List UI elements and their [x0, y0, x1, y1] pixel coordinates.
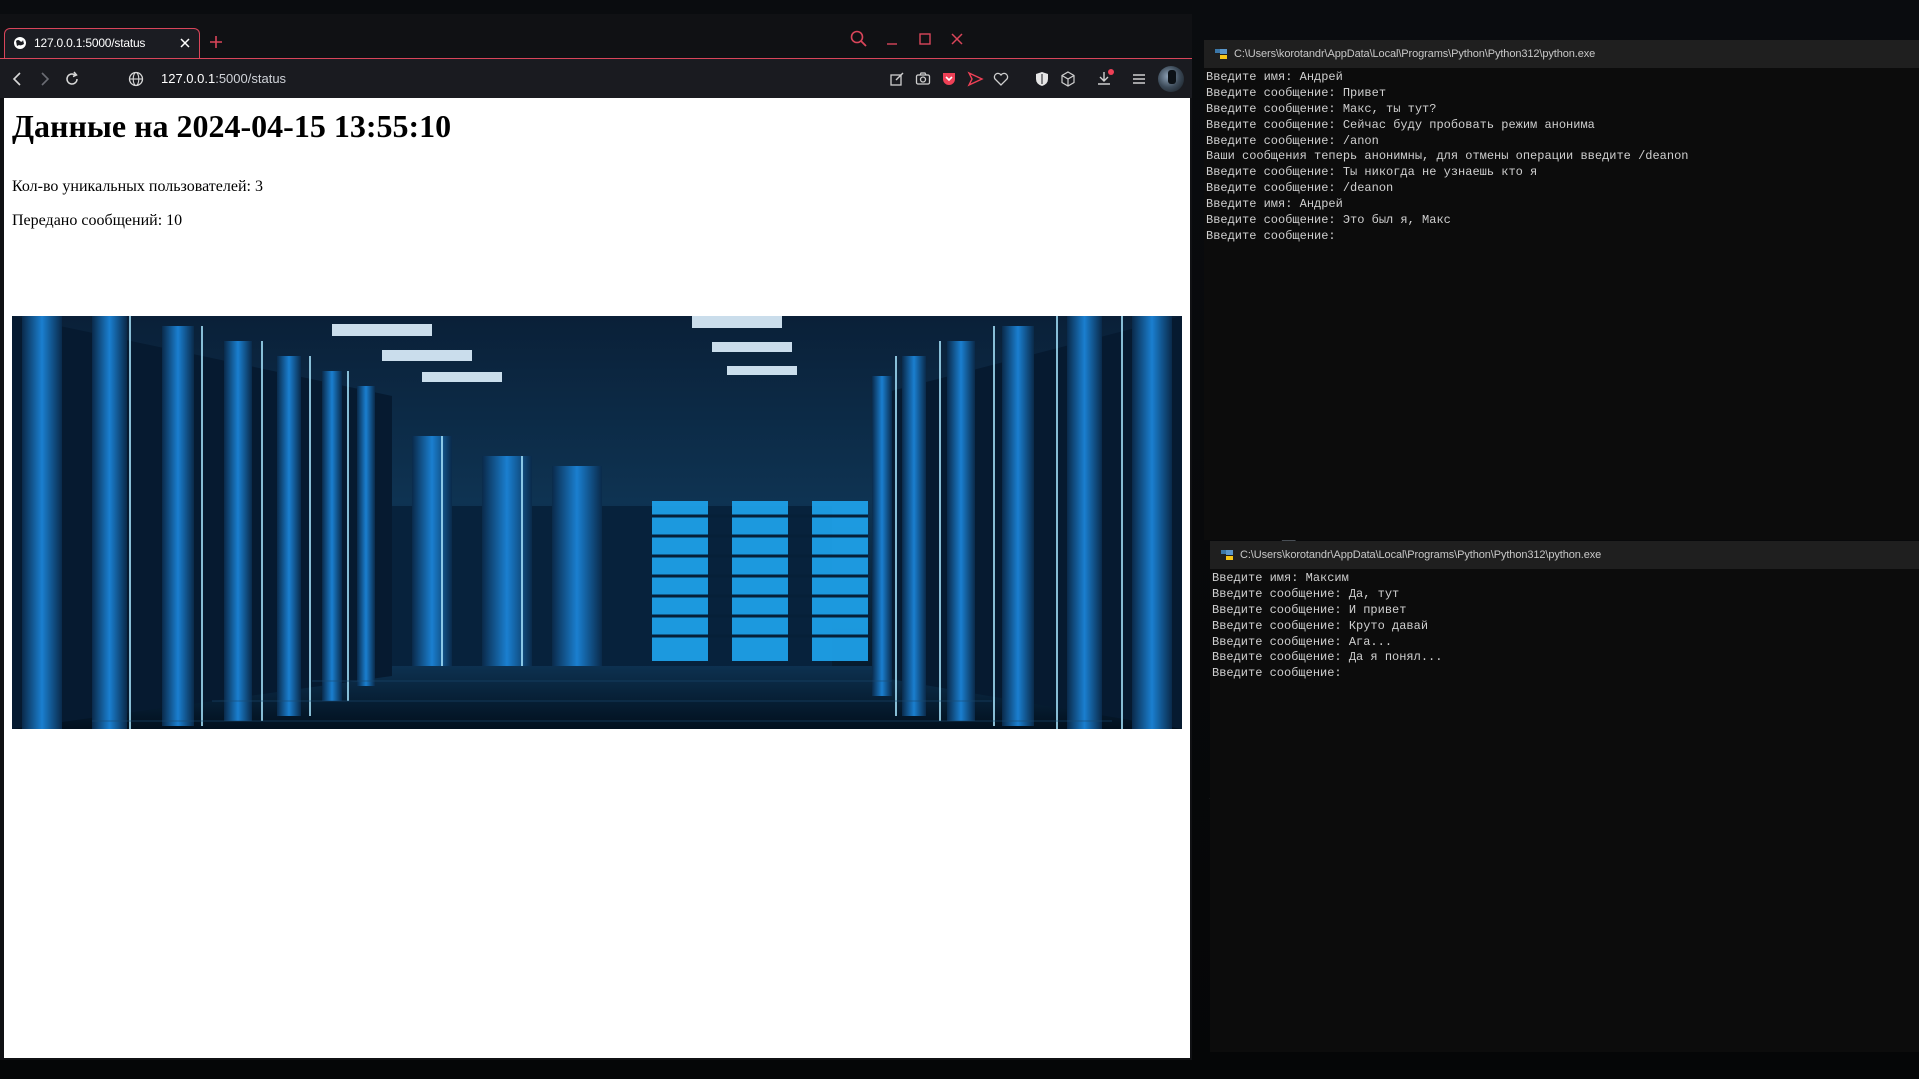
tab-status[interactable]: 127.0.0.1:5000/status	[4, 28, 200, 58]
console-line: Введите сообщение: Это был я, Макс	[1206, 213, 1451, 228]
console-line: Введите сообщение: /anon	[1206, 133, 1379, 148]
minimize-icon[interactable]	[881, 28, 903, 50]
site-info-globe-icon[interactable]	[127, 70, 145, 88]
new-tab-plus-icon[interactable]	[206, 32, 226, 52]
unique-users-text: Кол-во уникальных пользователей: 3	[12, 178, 263, 195]
edit-share-icon[interactable]	[888, 70, 906, 88]
server-room-image	[12, 316, 1182, 729]
console-line: Введите имя: Андрей	[1206, 70, 1343, 84]
address-bar[interactable]: 127.0.0.1:5000/status	[161, 71, 286, 86]
console-line: Введите имя: Максим	[1212, 571, 1349, 585]
console-line: Введите сообщение: Макс, ты тут?	[1206, 101, 1437, 116]
python-console-window-1: C:\Users\korotandr\AppData\Local\Program…	[1204, 40, 1919, 540]
close-tab-icon[interactable]	[177, 35, 193, 51]
messages-sent-text: Передано сообщений: 10	[12, 212, 183, 229]
console-line: Введите сообщение: Ты никогда не узнаешь…	[1206, 165, 1538, 180]
tab-bar: 127.0.0.1:5000/status	[0, 14, 1192, 58]
globe-icon	[14, 37, 26, 49]
menu-icon[interactable]	[1130, 70, 1148, 88]
close-window-icon[interactable]	[946, 28, 968, 50]
console-line: Введите сообщение: Ага...	[1212, 634, 1393, 649]
pocket-icon[interactable]	[940, 70, 958, 88]
console-line: Введите сообщение: И привет	[1212, 602, 1407, 617]
reload-icon[interactable]	[63, 70, 81, 88]
console-title: C:\Users\korotandr\AppData\Local\Program…	[1234, 48, 1596, 60]
console-line: Введите сообщение: /deanon	[1206, 181, 1394, 196]
heart-icon[interactable]	[992, 70, 1010, 88]
send-icon[interactable]	[966, 70, 984, 88]
console-output: Введите имя: Андрей Введите сообщение: П…	[1206, 70, 1688, 245]
download-icon[interactable]	[1094, 68, 1116, 90]
console-title: C:\Users\korotandr\AppData\Local\Program…	[1240, 549, 1602, 561]
tab-title: 127.0.0.1:5000/status	[34, 36, 146, 50]
console-titlebar[interactable]: C:\Users\korotandr\AppData\Local\Program…	[1204, 40, 1919, 68]
console-line: Введите сообщение: Сейчас буду пробовать…	[1206, 117, 1595, 132]
console-titlebar[interactable]: C:\Users\korotandr\AppData\Local\Program…	[1210, 541, 1919, 569]
page-heading: Данные на 2024-04-15 13:55:10	[12, 108, 452, 144]
console-input-line[interactable]: Введите сообщение:	[1206, 229, 1688, 245]
maximize-icon[interactable]	[914, 28, 936, 50]
console-input-line[interactable]: Введите сообщение:	[1212, 666, 1442, 682]
shield-icon[interactable]	[1033, 70, 1051, 88]
console-line: Введите сообщение: Да я понял...	[1212, 650, 1443, 665]
profile-avatar[interactable]	[1158, 66, 1184, 92]
console-output: Введите имя: Максим Введите сообщение: Д…	[1212, 571, 1442, 682]
cube-icon[interactable]	[1059, 70, 1077, 88]
python-icon	[1221, 550, 1233, 560]
server-room-illustration	[12, 316, 1182, 729]
url-host: 127.0.0.1	[161, 71, 216, 86]
url-path: :5000/status	[215, 71, 287, 86]
python-console-window-2: C:\Users\korotandr\AppData\Local\Program…	[1210, 541, 1919, 1052]
address-toolbar: 127.0.0.1:5000/status	[0, 58, 1192, 98]
console-line: Ваши сообщения теперь анонимны, для отме…	[1206, 149, 1689, 164]
console-line: Введите сообщение: Круто давай	[1212, 618, 1429, 633]
console-line: Введите сообщение: Привет	[1206, 85, 1387, 100]
browser-window: 127.0.0.1:5000/status 127.0.0.1:5000/sta…	[0, 14, 1192, 1060]
console-line: Введите имя: Андрей	[1206, 197, 1343, 212]
back-icon[interactable]	[9, 70, 27, 88]
forward-icon[interactable]	[35, 70, 53, 88]
python-icon	[1215, 49, 1227, 59]
console-line: Введите сообщение: Да, тут	[1212, 586, 1400, 601]
camera-icon[interactable]	[914, 70, 932, 88]
page-viewport: Данные на 2024-04-15 13:55:10 Кол-во уни…	[4, 98, 1190, 1058]
search-icon[interactable]	[848, 28, 870, 50]
